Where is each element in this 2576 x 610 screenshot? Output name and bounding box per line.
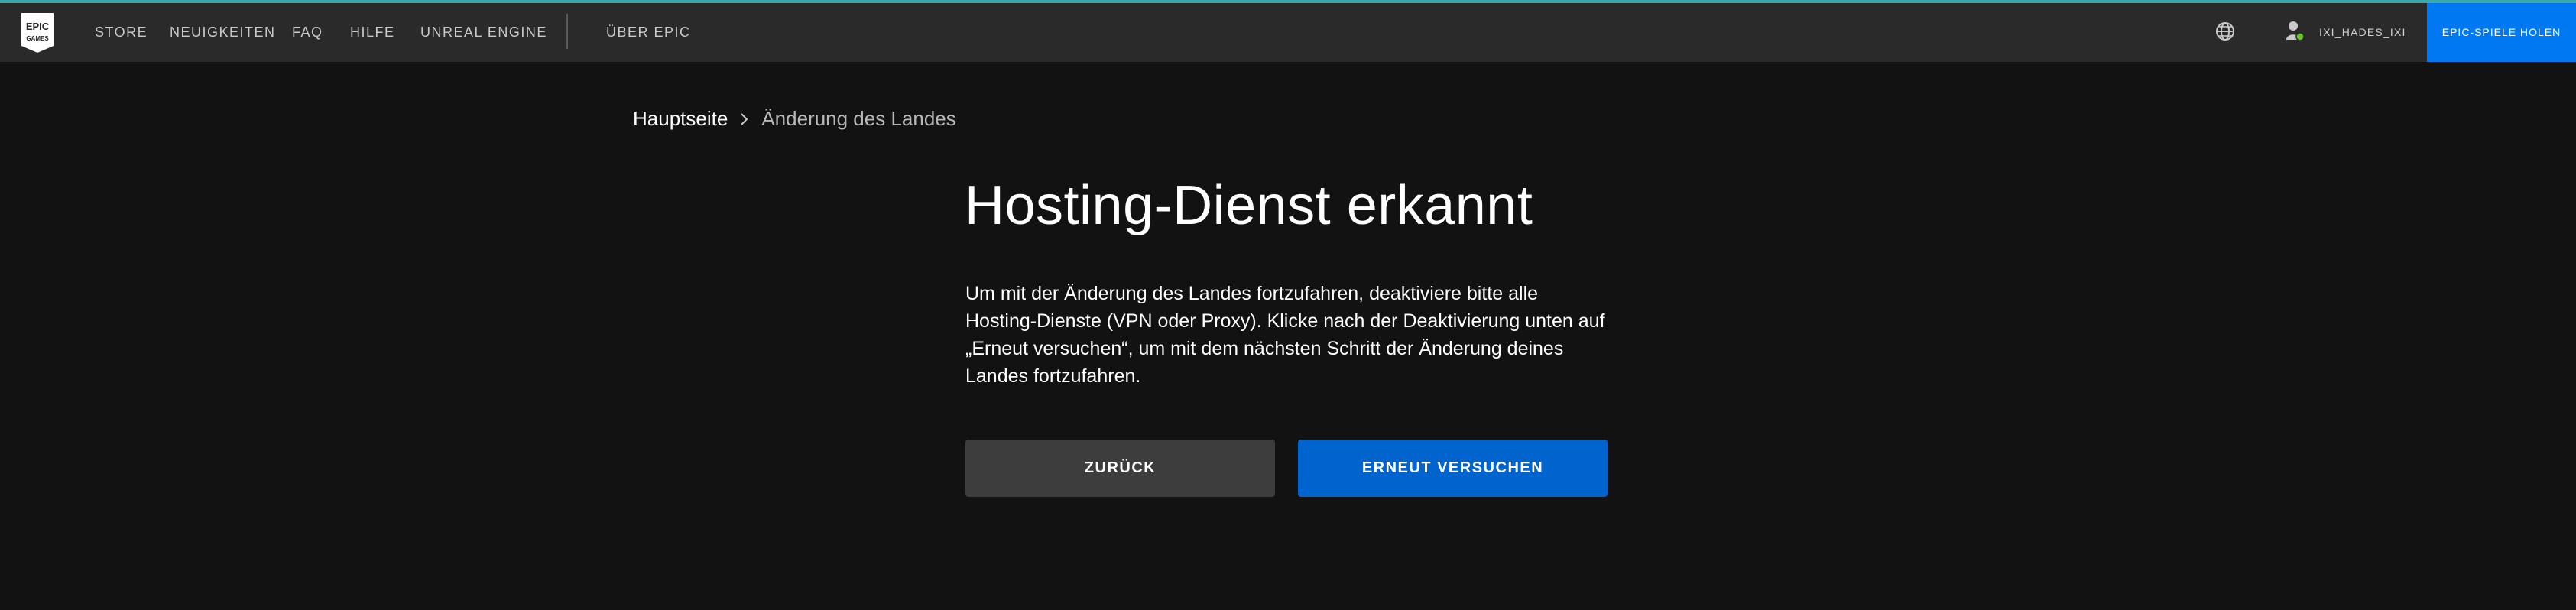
nav-ueber-epic[interactable]: ÜBER EPIC — [606, 3, 691, 62]
logo-text-games: GAMES — [26, 35, 49, 42]
chevron-right-icon — [741, 112, 748, 125]
breadcrumb: Hauptseite Änderung des Landes — [633, 107, 956, 131]
description-text: Um mit der Änderung des Landes fortzufah… — [965, 283, 1605, 387]
get-epic-games-button[interactable]: EPIC-SPIELE HOLEN — [2427, 3, 2576, 62]
epic-games-logo[interactable]: EPIC GAMES — [19, 11, 56, 54]
nav-store[interactable]: STORE — [95, 3, 148, 62]
nav-divider — [566, 14, 568, 49]
nav-unreal-engine[interactable]: UNREAL ENGINE — [420, 3, 547, 62]
retry-button[interactable]: ERNEUT VERSUCHEN — [1298, 440, 1608, 497]
username-link[interactable]: IXI_HADES_IXI — [2319, 3, 2406, 62]
breadcrumb-current: Änderung des Landes — [761, 107, 956, 130]
user-avatar-icon[interactable] — [2286, 20, 2304, 41]
breadcrumb-home-link[interactable]: Hauptseite — [633, 107, 728, 131]
logo-text-epic: EPIC — [26, 21, 50, 32]
globe-icon[interactable] — [2215, 21, 2235, 41]
nav-hilfe[interactable]: HILFE — [350, 3, 395, 62]
online-status-dot — [2295, 32, 2304, 41]
back-button[interactable]: ZURÜCK — [965, 440, 1275, 497]
page-title: Hosting-Dienst erkannt — [965, 175, 1533, 236]
nav-neuigkeiten[interactable]: NEUIGKEITEN — [170, 3, 276, 62]
nav-faq[interactable]: FAQ — [292, 3, 323, 62]
